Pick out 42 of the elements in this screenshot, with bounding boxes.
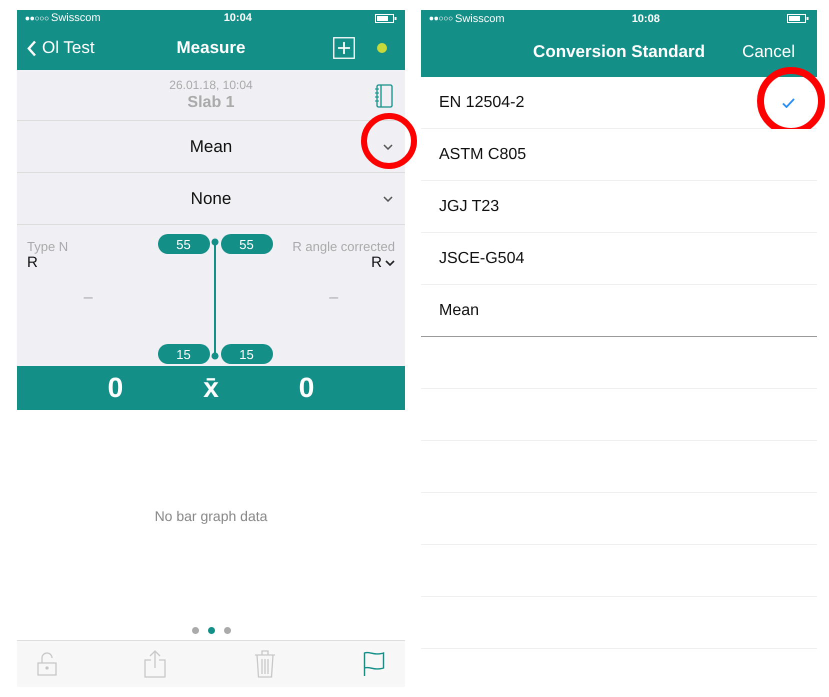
upper-limit[interactable]: 55 bbox=[220, 234, 272, 254]
type-value: R bbox=[27, 254, 39, 272]
summary-value: 0 bbox=[298, 372, 314, 404]
object-name: Slab 1 bbox=[187, 94, 235, 112]
back-button[interactable]: Ol Test bbox=[27, 38, 95, 58]
lower-limit[interactable]: 15 bbox=[220, 344, 272, 364]
battery-icon bbox=[375, 14, 397, 23]
carrier-text: Swisscom bbox=[429, 12, 505, 24]
screen-title: Measure bbox=[176, 38, 246, 58]
add-icon[interactable] bbox=[333, 37, 355, 60]
chevron-left-icon bbox=[27, 40, 37, 57]
summary-value: 0 bbox=[108, 372, 124, 404]
type-label: Type N bbox=[27, 239, 70, 254]
cancel-button[interactable]: Cancel bbox=[742, 42, 807, 62]
unit-label: R angle corrected bbox=[292, 239, 395, 254]
chevron-down-icon bbox=[383, 196, 393, 202]
dropdown-row[interactable]: None bbox=[17, 173, 405, 226]
chevron-down-icon bbox=[383, 144, 393, 150]
flag-icon[interactable] bbox=[362, 651, 385, 678]
empty-chart-text: No bar graph data bbox=[154, 508, 268, 524]
lower-limit[interactable]: 15 bbox=[158, 344, 210, 364]
status-time: 10:04 bbox=[224, 12, 252, 24]
mean-symbol: x̄ bbox=[203, 372, 219, 404]
status-time: 10:08 bbox=[632, 12, 660, 24]
battery-icon bbox=[787, 14, 809, 23]
unit-dropdown[interactable]: R bbox=[371, 254, 395, 272]
dropdown-row[interactable]: Mean bbox=[17, 121, 405, 174]
date-text: 26.01.18, 10:04 bbox=[169, 78, 253, 92]
carrier-text: Swisscom bbox=[25, 12, 101, 24]
reading-text: – bbox=[329, 289, 338, 308]
status-dot bbox=[377, 43, 387, 54]
chevron-down-icon bbox=[385, 260, 395, 266]
page-dot[interactable] bbox=[208, 627, 214, 634]
notebook-icon[interactable] bbox=[375, 84, 393, 108]
page-dot[interactable] bbox=[192, 627, 198, 634]
option-row[interactable]: ASTM C805 bbox=[421, 129, 817, 181]
page-dot[interactable] bbox=[224, 627, 230, 634]
signal-icon bbox=[429, 16, 453, 21]
signal-icon bbox=[25, 16, 49, 21]
reading-text: – bbox=[84, 289, 93, 308]
upper-limit[interactable]: 55 bbox=[158, 234, 210, 254]
screen-title: Conversion Standard bbox=[533, 42, 705, 62]
